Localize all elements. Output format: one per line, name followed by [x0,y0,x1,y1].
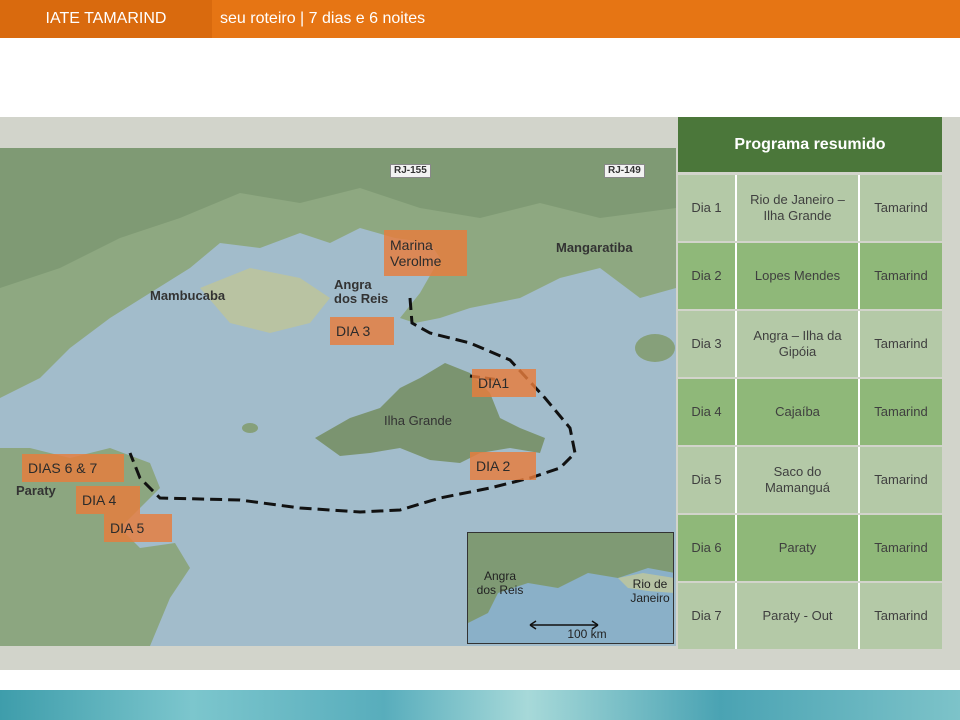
program-day: Dia 6 [691,540,722,555]
stop-tag-dia3: DIA 3 [330,317,394,345]
place-label-mambucaba: Mambucaba [150,288,226,303]
program-row: Dia 2 Lopes Mendes Tamarind [678,243,942,309]
program-day: Dia 2 [691,268,722,283]
program-route: Saco do Mamanguá [735,447,858,513]
stop-tag-marina-verolme: Marina Verolme [384,230,467,276]
program-route: Cajaíba [735,379,858,445]
program-row: Dia 4 Cajaíba Tamarind [678,379,942,445]
program-route: Rio de Janeiro – Ilha Grande [735,175,858,241]
road-sign-rj155: RJ-155 [390,164,431,178]
program-row: Dia 1 Rio de Janeiro – Ilha Grande Tamar… [678,175,942,241]
inset-map: Angra dos Reis Rio de Janeiro 100 km [467,532,674,644]
program-row: Dia 7 Paraty - Out Tamarind [678,583,942,649]
sea-footer-strip [0,690,960,720]
stop-tag-dias-6-7: DIAS 6 & 7 [22,454,124,482]
place-label-mangaratiba: Mangaratiba [556,240,633,255]
program-day: Dia 3 [691,336,722,351]
stop-tag-dia5: DIA 5 [104,514,172,542]
program-day: Dia 7 [691,608,722,623]
place-label-angra: Angra dos Reis [334,277,389,306]
program-boat: Tamarind [858,311,942,377]
place-label-ilha-grande: Ilha Grande [384,413,452,428]
program-boat: Tamarind [858,583,942,649]
stop-tag-dia4: DIA 4 [76,486,140,514]
program-route: Paraty [735,515,858,581]
header-subtitle: seu roteiro | 7 dias e 6 noites [220,10,426,27]
slide: IATE TAMARIND seu roteiro | 7 dias e 6 n… [0,0,960,720]
stop-tag-dia2: DIA 2 [470,452,536,480]
program-table: Programa resumido Dia 1 Rio de Janeiro –… [676,117,942,650]
program-route: Lopes Mendes [735,243,858,309]
program-boat: Tamarind [858,379,942,445]
inset-label-angra: Angra dos Reis [476,569,524,597]
stop-tag-dia1: DIA1 [472,369,536,397]
program-title: Programa resumido [678,117,942,172]
program-route: Paraty - Out [735,583,858,649]
header-bar: IATE TAMARIND seu roteiro | 7 dias e 6 n… [0,0,960,38]
road-sign-rj149: RJ-149 [604,164,645,178]
program-day: Dia 5 [691,472,722,487]
brand-title: IATE TAMARIND [0,0,212,38]
program-boat: Tamarind [858,447,942,513]
place-label-paraty: Paraty [16,483,56,498]
inset-label-rio: Rio de Janeiro [630,577,670,605]
program-boat: Tamarind [858,243,942,309]
program-row: Dia 6 Paraty Tamarind [678,515,942,581]
program-route: Angra – Ilha da Gipóia [735,311,858,377]
program-boat: Tamarind [858,175,942,241]
program-boat: Tamarind [858,515,942,581]
inset-scale-label: 100 km [567,627,607,641]
program-day: Dia 4 [691,404,722,419]
program-day: Dia 1 [691,200,722,215]
program-row: Dia 3 Angra – Ilha da Gipóia Tamarind [678,311,942,377]
program-row: Dia 5 Saco do Mamanguá Tamarind [678,447,942,513]
